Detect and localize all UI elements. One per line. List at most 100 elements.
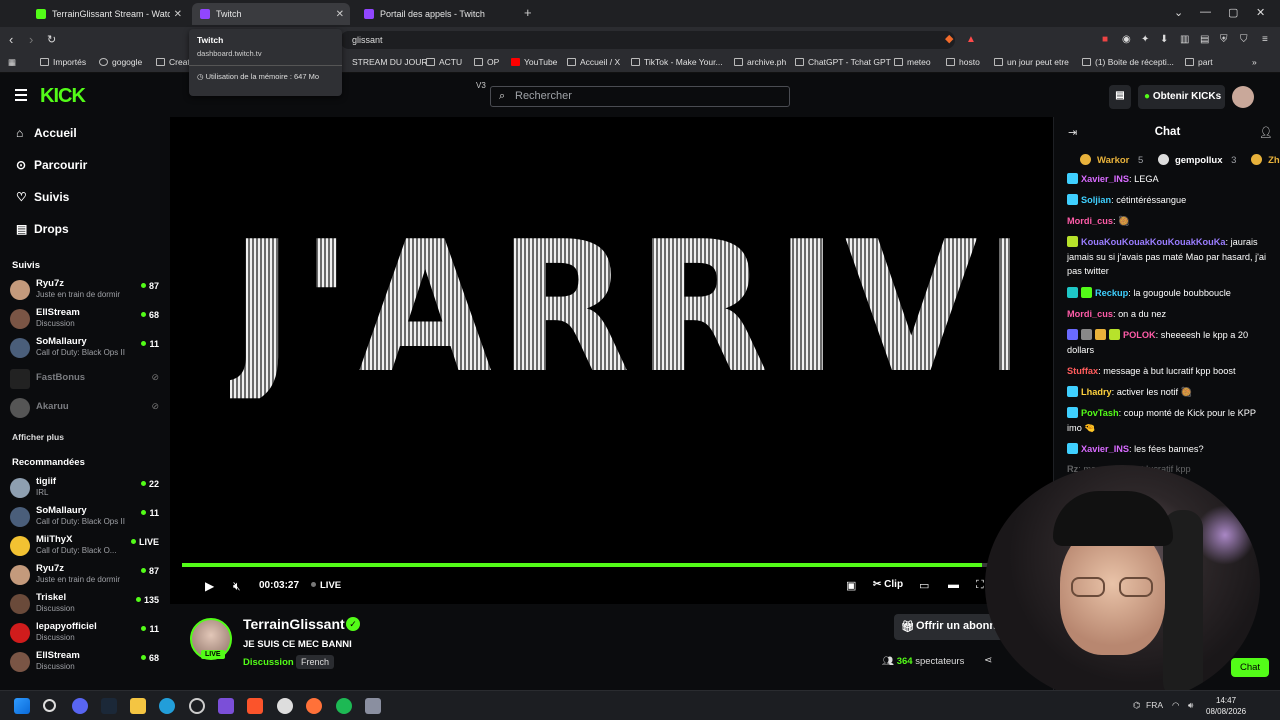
menu-icon[interactable]: ≡ xyxy=(1262,34,1268,45)
chat-send-button[interactable]: Chat xyxy=(1231,658,1269,677)
user-avatar[interactable] xyxy=(1232,86,1254,108)
extension-icon[interactable]: ■ xyxy=(1102,34,1108,45)
settings-icon[interactable] xyxy=(365,698,381,714)
search-input[interactable]: ⌕ Rechercher xyxy=(490,86,790,107)
bookmark-op[interactable]: OP xyxy=(474,57,499,67)
recommended-channel[interactable]: tigiif IRL 22 xyxy=(10,475,165,501)
spotify-icon[interactable] xyxy=(336,698,352,714)
language-indicator[interactable]: FRA xyxy=(1146,700,1163,710)
users-icon[interactable]: 👤︎ xyxy=(1259,126,1273,139)
bookmark-gogogle[interactable]: gogogle xyxy=(99,57,142,67)
volume-icon[interactable]: 🔊︎ xyxy=(1188,700,1193,711)
tab-twitch[interactable]: Twitch ✕ xyxy=(192,3,350,25)
forward-icon[interactable]: › xyxy=(29,32,33,47)
stream-category[interactable]: Discussion xyxy=(243,657,294,668)
recommended-channel[interactable]: EllStream Discussion 68 xyxy=(10,649,165,675)
file-explorer-icon[interactable] xyxy=(130,698,146,714)
bookmark-archive[interactable]: archive.ph xyxy=(734,57,786,67)
vpn-icon[interactable]: ⛨ xyxy=(1220,34,1228,45)
close-tab-icon[interactable]: ✕ xyxy=(174,9,182,20)
bookmark-actu[interactable]: ACTU xyxy=(426,57,462,67)
obs-icon[interactable] xyxy=(189,698,205,714)
bookmark-chatgpt[interactable]: ChatGPT - Tchat GPT xyxy=(795,57,891,67)
recommended-channel[interactable]: MiiThyX Call of Duty: Black O... LIVE xyxy=(10,533,165,559)
recommended-channel[interactable]: Triskel Discussion 135 xyxy=(10,591,165,617)
sidebar-icon[interactable]: ▥ xyxy=(1180,34,1189,45)
wifi-icon[interactable]: ◠ xyxy=(1172,700,1179,711)
followed-channel-offline[interactable]: Akaruu ⊘ xyxy=(10,395,165,421)
nav-parcourir[interactable]: ⊙ Parcourir xyxy=(16,158,87,172)
download-icon[interactable]: ⬇ xyxy=(1160,34,1168,45)
bookmark-x[interactable]: Accueil / X xyxy=(567,57,620,67)
puzzle-icon[interactable]: ✦ xyxy=(1141,34,1149,45)
steam-icon[interactable] xyxy=(101,698,117,714)
followed-channel[interactable]: Ryu7z Juste en train de dormir 87 xyxy=(10,277,165,303)
maximize-button[interactable]: ▢ xyxy=(1228,6,1238,19)
kick-logo[interactable]: KICK xyxy=(40,85,86,108)
chevron-down-icon[interactable]: ⌄ xyxy=(1174,6,1183,19)
theater-mode-button[interactable]: ▤ xyxy=(1109,85,1131,109)
bookmark-stream-du-jour[interactable]: STREAM DU JOUR xyxy=(352,57,428,67)
clip-button[interactable]: ✂ Clip xyxy=(873,579,903,590)
bookmark-youtube[interactable]: YouTube xyxy=(511,57,557,67)
close-tab-icon[interactable]: ✕ xyxy=(336,9,344,20)
recommended-channel[interactable]: SoMallaury Call of Duty: Black Ops II 11 xyxy=(10,504,165,530)
extension-icon[interactable]: ◉ xyxy=(1122,34,1131,45)
bookmark-tiktok[interactable]: TikTok - Make Your... xyxy=(631,57,723,67)
bookmark-creat[interactable]: Creat xyxy=(156,57,190,67)
video-progress-bar[interactable] xyxy=(182,563,1042,567)
followed-channel-offline[interactable]: FastBonus ⊘ xyxy=(10,366,165,392)
brave-rewards-icon[interactable]: ▲ xyxy=(966,34,976,45)
firefox-icon[interactable] xyxy=(306,698,322,714)
search-icon[interactable] xyxy=(43,699,56,712)
network-icon[interactable]: ⌬ xyxy=(1133,700,1140,711)
new-tab-button[interactable]: + xyxy=(524,5,532,20)
apps-icon[interactable]: ▦ xyxy=(8,57,16,68)
wallet-icon[interactable]: ▤ xyxy=(1200,34,1209,45)
reload-icon[interactable]: ↻ xyxy=(47,33,56,46)
discord-icon[interactable] xyxy=(72,698,88,714)
close-window-button[interactable]: ✕ xyxy=(1256,6,1265,19)
tab-terrainglissant[interactable]: TerrainGlissant Stream - Watch L ✕ xyxy=(28,3,188,25)
mute-icon[interactable]: 🔇︎ xyxy=(233,579,241,594)
live-indicator[interactable]: LIVE xyxy=(311,580,341,591)
shield-icon[interactable]: ⛉ xyxy=(1240,34,1248,45)
share-icon[interactable]: ⋖ xyxy=(984,655,992,666)
bookmark-meteo[interactable]: meteo xyxy=(894,57,931,67)
bookmark-hosto[interactable]: hosto xyxy=(946,57,980,67)
hamburger-menu-icon[interactable] xyxy=(15,89,27,104)
taskbar-clock[interactable]: 14:47 08/08/2026 xyxy=(1206,695,1246,717)
streamer-name[interactable]: TerrainGlissant xyxy=(243,616,345,632)
browser-menu-icon[interactable] xyxy=(2,3,20,25)
play-icon[interactable]: ▶ xyxy=(205,579,214,593)
bookmark-boite[interactable]: (1) Boite de récepti... xyxy=(1082,57,1174,67)
fullscreen-icon[interactable]: ⛶ xyxy=(976,579,984,592)
recommended-channel[interactable]: lepapyofficiel Discussion 11 xyxy=(10,620,165,646)
recommended-channel[interactable]: Ryu7z Juste en train de dormir 87 xyxy=(10,562,165,588)
captions-icon[interactable]: ▭ xyxy=(919,579,929,592)
bookmark-part[interactable]: part xyxy=(1185,57,1213,67)
twitch-studio-icon[interactable] xyxy=(218,698,234,714)
theater-icon[interactable]: ▬ xyxy=(948,579,959,591)
followed-channel[interactable]: SoMallaury Call of Duty: Black Ops II 11 xyxy=(10,335,165,361)
nav-drops[interactable]: ▤ Drops xyxy=(16,222,69,236)
brave-icon[interactable] xyxy=(247,698,263,714)
language-tag[interactable]: French xyxy=(296,655,335,669)
get-kicks-button[interactable]: ● Obtenir KICKs xyxy=(1138,85,1225,109)
followed-channel[interactable]: EllStream Discussion 68 xyxy=(10,306,165,332)
tab-portail-appels[interactable]: Portail des appels - Twitch xyxy=(356,3,516,25)
telegram-icon[interactable] xyxy=(159,698,175,714)
brave-shield-icon[interactable]: ◆ xyxy=(945,32,953,45)
url-field[interactable]: glissant xyxy=(340,31,955,49)
video-player[interactable]: J'ARRIVE ▶ 🔇︎ 00:03:27 LIVE ▣ ✂ Clip ▭ ▬… xyxy=(170,117,1053,604)
more-bookmarks-icon[interactable]: » xyxy=(1252,57,1257,67)
chrome-icon[interactable] xyxy=(277,698,293,714)
nav-accueil[interactable]: ⌂ Accueil xyxy=(16,126,77,140)
back-icon[interactable]: ‹ xyxy=(9,32,13,47)
pip-icon[interactable]: ▣ xyxy=(846,579,856,592)
minimize-button[interactable]: — xyxy=(1200,6,1211,18)
windows-start-icon[interactable] xyxy=(14,698,30,714)
show-more-link[interactable]: Afficher plus xyxy=(12,432,64,442)
nav-suivis[interactable]: ♡ Suivis xyxy=(16,190,69,204)
bookmark-un-jour[interactable]: un jour peut etre xyxy=(994,57,1069,67)
